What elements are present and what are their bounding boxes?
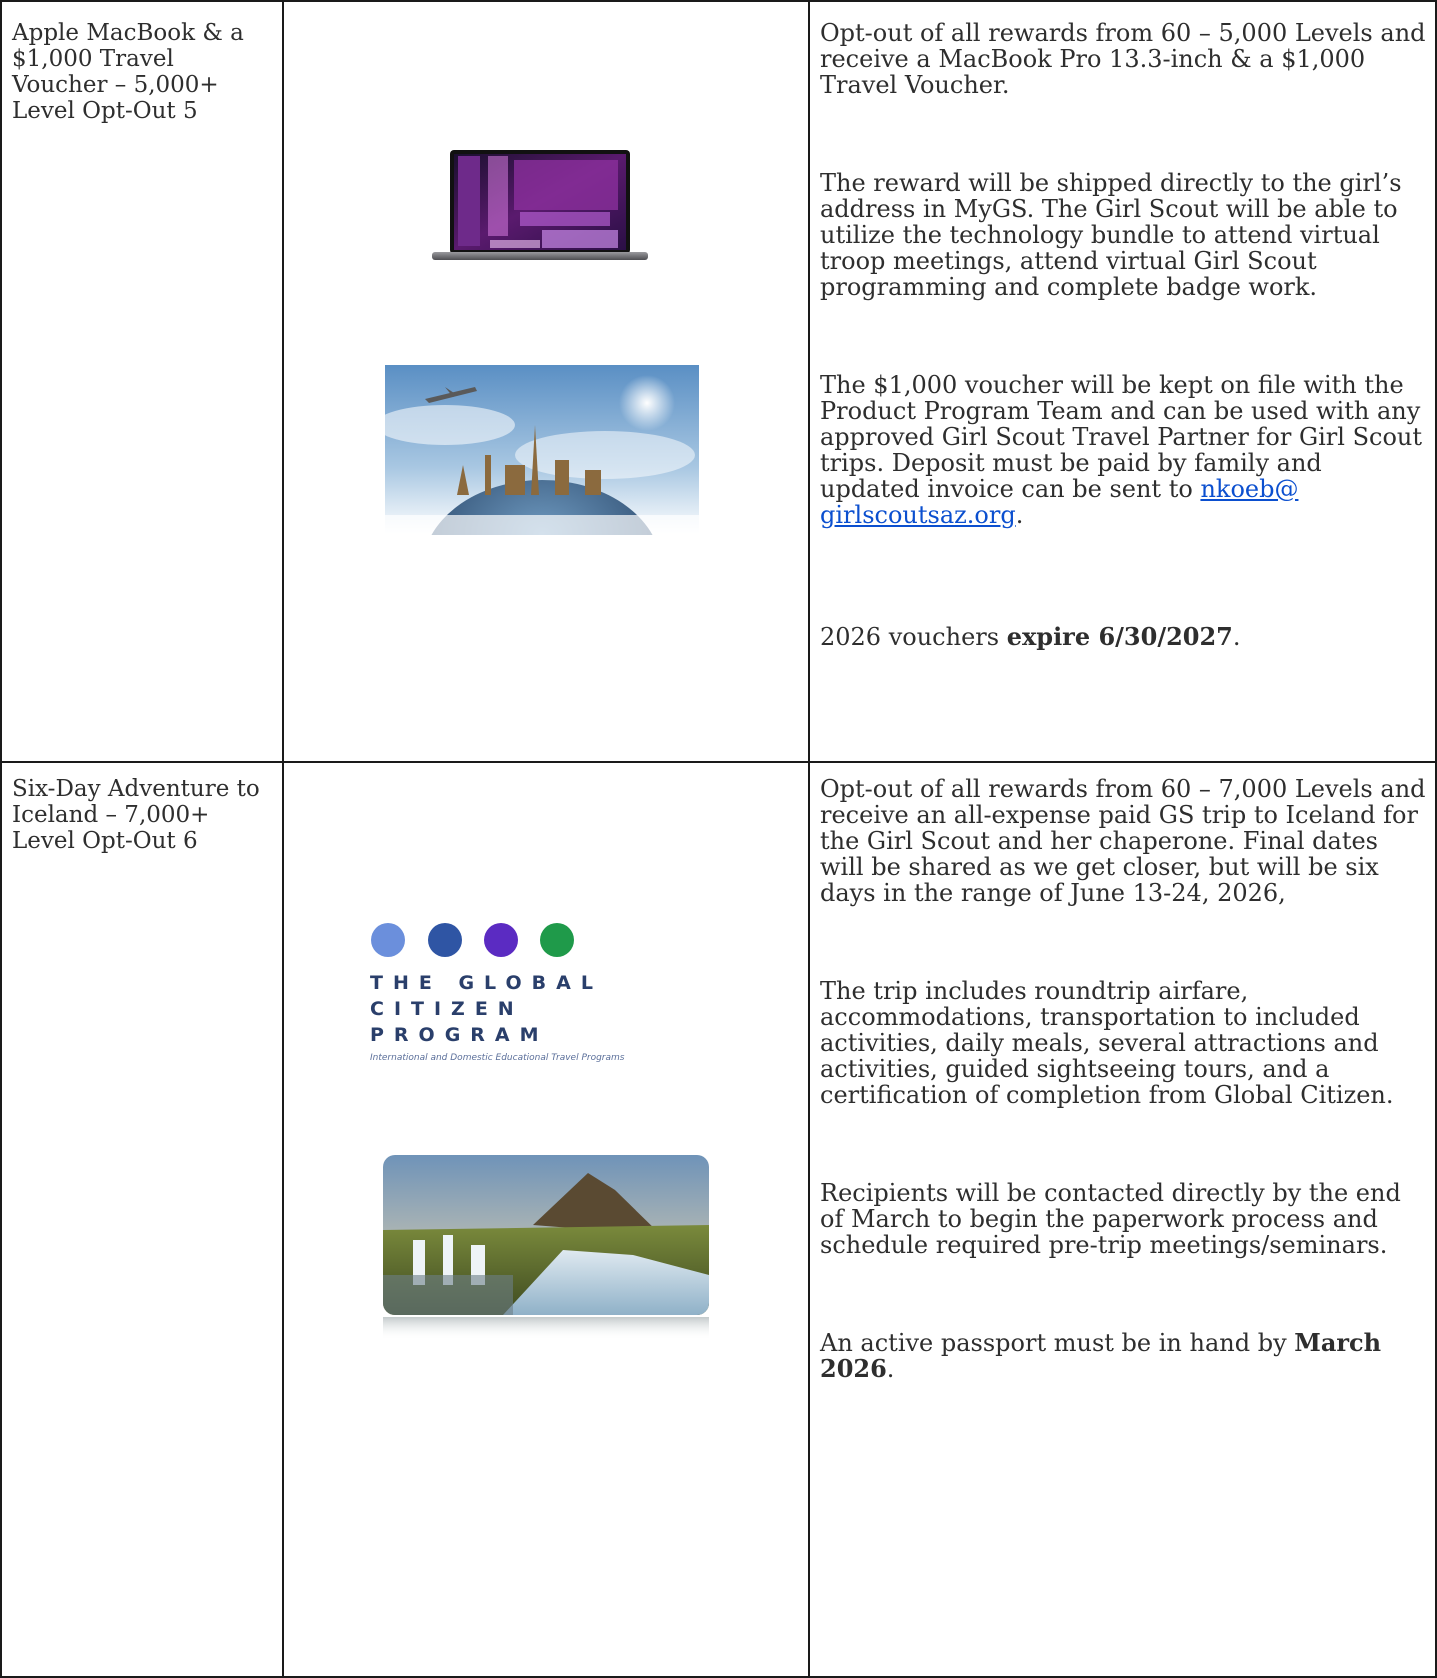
expiry-date: expire 6/30/2027	[1006, 622, 1233, 651]
iceland-waterfall-mountain-photo	[383, 1155, 709, 1340]
global-citizen-logo: THE GLOBAL CITIZEN PROGRAM International…	[370, 920, 740, 1065]
logo-title-line2: PROGRAM	[370, 1024, 549, 1046]
description-paragraph: The $1,000 voucher will be kept on file …	[820, 372, 1426, 528]
description-paragraph: An active passport must be in hand by Ma…	[820, 1329, 1426, 1383]
paragraph-text: .	[886, 1355, 895, 1383]
reward-name: Six-Day Adventure to Iceland – 7,000+ Le…	[12, 776, 260, 854]
paragraph-text: 2026 vouchers	[820, 623, 1007, 651]
description-paragraph: Recipients will be contacted directly by…	[820, 1179, 1401, 1259]
column-divider-1	[282, 0, 284, 1678]
paragraph-text: .	[1232, 623, 1241, 651]
logo-dots-icon	[371, 923, 574, 957]
column-divider-2	[808, 0, 810, 1678]
reward-name: Apple MacBook & a $1,000 Travel Voucher …	[12, 20, 244, 124]
table-border-top	[0, 0, 1437, 2]
description-paragraph: The reward will be shipped directly to t…	[820, 169, 1402, 301]
logo-title-line1: THE GLOBAL CITIZEN	[370, 972, 603, 1020]
globe-landmarks-travel-photo	[385, 365, 699, 535]
logo-tagline: International and Domestic Educational T…	[370, 1053, 625, 1063]
description-paragraph: Opt-out of all rewards from 60 – 7,000 L…	[820, 775, 1426, 907]
reward-description: Opt-out of all rewards from 60 – 5,000 L…	[820, 20, 1426, 650]
paragraph-text: .	[1015, 501, 1024, 529]
table-border-left	[0, 0, 2, 1678]
paragraph-text: The $1,000 voucher will be kept on file …	[820, 371, 1423, 503]
description-paragraph: Opt-out of all rewards from 60 – 5,000 L…	[820, 19, 1426, 99]
description-paragraph: 2026 vouchers expire 6/30/2027.	[820, 622, 1426, 651]
macbook-laptop-photo	[432, 150, 648, 260]
description-paragraph: The trip includes roundtrip airfare, acc…	[820, 977, 1394, 1109]
reward-description: Opt-out of all rewards from 60 – 7,000 L…	[820, 776, 1426, 1382]
paragraph-text: An active passport must be in hand by	[820, 1329, 1295, 1357]
row-divider	[0, 761, 1437, 763]
